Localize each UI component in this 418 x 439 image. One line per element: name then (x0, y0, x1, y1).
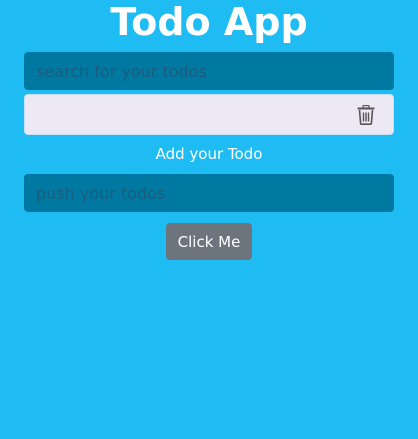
todo-item (24, 94, 394, 135)
todo-input[interactable] (24, 174, 394, 212)
search-input[interactable] (24, 52, 394, 90)
page-title: Todo App (110, 0, 308, 44)
trash-icon[interactable] (357, 104, 375, 125)
submit-button[interactable]: Click Me (166, 223, 252, 260)
add-todo-label: Add your Todo (155, 145, 263, 163)
